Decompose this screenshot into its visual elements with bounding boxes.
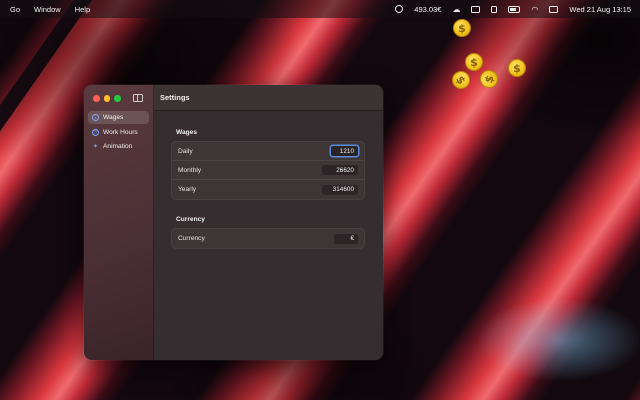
daily-label: Daily — [178, 147, 193, 155]
menu-help[interactable]: Help — [75, 5, 90, 14]
monthly-label: Monthly — [178, 166, 202, 174]
menubar-clock[interactable]: Wed 21 Aug 13:15 — [569, 5, 631, 14]
coin-icon: $ — [465, 53, 483, 71]
monthly-wage-field[interactable]: 26620 — [322, 165, 358, 175]
earnings-readout[interactable]: 493.03€ — [414, 5, 441, 14]
yearly-wage-field[interactable]: 314600 — [322, 184, 358, 195]
wages-section-title: Wages — [176, 129, 198, 136]
coin-icon: $ — [508, 59, 526, 77]
window-controls — [93, 95, 121, 102]
sidebar-nav: i Wages ◷ Work Hours ✦ Animation — [88, 111, 149, 155]
sidebar-item-label: Work Hours — [103, 128, 138, 136]
daily-row: Daily 1210 — [172, 142, 364, 161]
app-status-icon[interactable] — [395, 5, 404, 13]
sidebar-item-label: Animation — [103, 143, 133, 150]
settings-content: Settings Wages Daily 1210 Monthly 26620 … — [154, 85, 383, 360]
wifi-icon[interactable]: ◠ — [531, 5, 538, 14]
cloud-icon[interactable]: ☁ — [452, 5, 460, 14]
menu-bar: Go Window Help 493.03€ ☁ ◠ Wed 21 Aug 13… — [0, 0, 640, 18]
clock-icon: ◷ — [92, 128, 99, 136]
daily-wage-field[interactable]: 1210 — [331, 146, 358, 156]
coin-icon: $ — [453, 19, 471, 37]
yearly-label: Yearly — [178, 186, 197, 193]
currency-group: Currency € — [171, 228, 365, 249]
currency-row: Currency € — [172, 229, 364, 248]
display-icon[interactable] — [471, 5, 481, 13]
zoom-button[interactable] — [114, 95, 121, 102]
menu-go[interactable]: Go — [10, 5, 20, 14]
sidebar-item-animation[interactable]: ✦ Animation — [88, 140, 149, 153]
minimize-button[interactable] — [103, 95, 110, 102]
control-center-icon[interactable] — [549, 5, 559, 13]
battery-icon[interactable] — [508, 5, 521, 13]
menu-window[interactable]: Window — [34, 5, 61, 14]
sidebar-item-work-hours[interactable]: ◷ Work Hours — [88, 126, 149, 139]
yearly-row: Yearly 314600 — [172, 180, 364, 199]
currency-field[interactable]: € — [334, 233, 358, 244]
settings-window: i Wages ◷ Work Hours ✦ Animation Setting… — [84, 85, 383, 360]
close-button[interactable] — [93, 95, 100, 102]
monthly-row: Monthly 26620 — [172, 161, 364, 180]
wages-group: Daily 1210 Monthly 26620 Yearly 314600 — [171, 141, 365, 200]
window-title: Settings — [154, 85, 383, 111]
sidebar-toggle-icon[interactable] — [133, 94, 143, 102]
sidebar-item-label: Wages — [103, 114, 124, 121]
info-icon: i — [92, 114, 99, 121]
sparkles-icon: ✦ — [92, 144, 99, 150]
currency-section-title: Currency — [176, 216, 205, 223]
sidebar: i Wages ◷ Work Hours ✦ Animation — [84, 85, 154, 360]
sidebar-item-wages[interactable]: i Wages — [88, 111, 149, 124]
currency-label: Currency — [178, 235, 205, 242]
phone-icon[interactable] — [491, 5, 498, 13]
